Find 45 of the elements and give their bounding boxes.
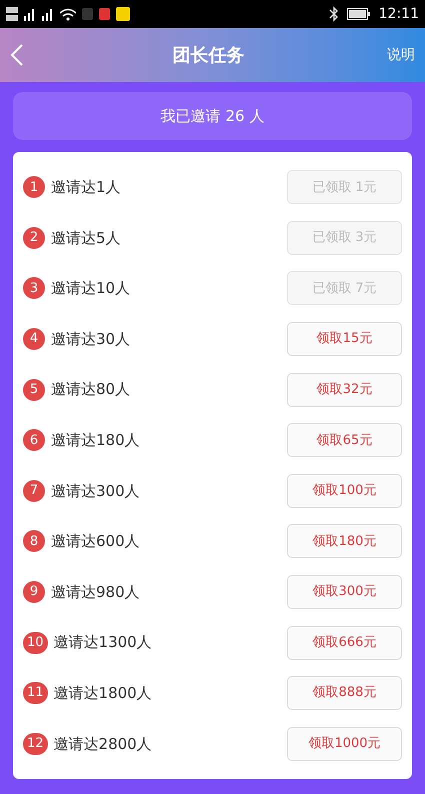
wifi-icon [60, 7, 76, 21]
task-label: 邀请达180人 [51, 430, 140, 452]
number-badge: 2 [23, 226, 45, 249]
number-badge: 1 [23, 176, 45, 198]
number-badge: 6 [23, 429, 45, 452]
task-label: 邀请达5人 [51, 228, 121, 249]
help-link[interactable]: 说明 [387, 44, 415, 66]
invite-count-banner: 我已邀请 26 人 [13, 92, 412, 140]
task-label: 邀请达30人 [51, 328, 130, 350]
app-icon [99, 8, 110, 20]
claim-button[interactable]: 领取666元 [287, 626, 402, 660]
claim-button[interactable]: 领取1000元 [287, 726, 402, 761]
task-label: 邀请达1800人 [54, 682, 152, 704]
task-label: 邀请达600人 [51, 531, 140, 552]
signal-icon [24, 7, 36, 21]
clock: 12:11 [378, 4, 419, 24]
page-title: 团长任务 [172, 44, 244, 68]
claim-button[interactable]: 领取300元 [287, 575, 402, 610]
number-badge: 4 [23, 328, 45, 350]
task-label: 邀请达300人 [51, 480, 140, 502]
claim-button[interactable]: 领取888元 [287, 676, 402, 710]
number-badge: 8 [23, 530, 45, 552]
task-label: 邀请达10人 [51, 278, 130, 300]
task-label: 邀请达1人 [51, 177, 121, 198]
claim-button[interactable]: 领取180元 [287, 524, 402, 558]
task-label: 邀请达80人 [51, 379, 130, 400]
number-badge: 3 [23, 277, 45, 300]
app-icon [82, 8, 93, 20]
claim-button[interactable]: 领取15元 [287, 322, 402, 356]
number-badge: 7 [23, 480, 45, 502]
number-badge: 5 [23, 378, 45, 401]
number-badge: 9 [23, 581, 45, 604]
number-badge: 10 [23, 632, 48, 654]
task-label: 邀请达2800人 [54, 734, 152, 755]
app-icon [116, 7, 130, 21]
claim-button[interactable]: 领取65元 [287, 423, 402, 458]
claim-button[interactable]: 领取100元 [287, 474, 402, 508]
number-badge: 12 [23, 732, 48, 755]
task-label: 邀请达1300人 [54, 632, 152, 654]
bluetooth-icon [328, 6, 339, 22]
signal-icon [42, 7, 54, 21]
battery-icon [346, 8, 371, 20]
number-badge: 11 [23, 682, 48, 704]
task-label: 邀请达980人 [51, 582, 140, 603]
claim-button[interactable]: 领取32元 [287, 372, 402, 407]
